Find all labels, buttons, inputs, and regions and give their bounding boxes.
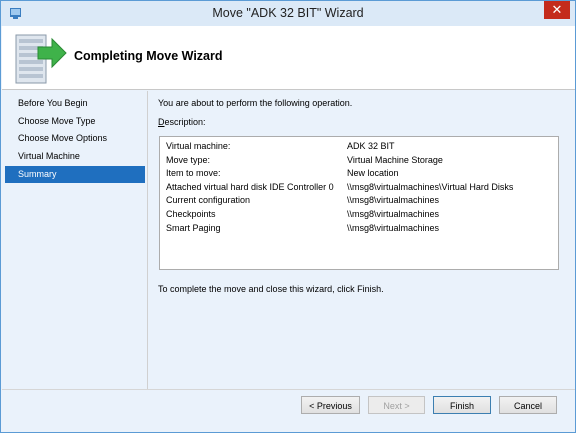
- finish-button[interactable]: Finish: [433, 396, 491, 414]
- wizard-window: Move "ADK 32 BIT" Wizard ✕ Completing Mo…: [0, 0, 576, 433]
- description-label-rest: escription:: [164, 117, 206, 127]
- footer-divider: [2, 389, 575, 390]
- row-key: Attached virtual hard disk IDE Controlle…: [166, 181, 334, 192]
- row-key: Virtual machine:: [166, 141, 231, 151]
- intro-text: You are about to perform the following o…: [158, 98, 353, 108]
- row-key: Current configuration: [166, 195, 251, 206]
- cancel-button[interactable]: Cancel: [499, 396, 557, 414]
- window-title: Move "ADK 32 BIT" Wizard: [212, 6, 364, 20]
- wizard-header: Completing Move Wizard: [2, 26, 575, 90]
- step-virtual-machine[interactable]: Virtual Machine: [5, 148, 145, 166]
- closing-text: To complete the move and close this wiza…: [158, 284, 384, 294]
- description-row: Attached virtual hard disk IDE Controlle…: [166, 181, 556, 195]
- server-move-icon: [15, 34, 67, 84]
- description-row: Checkpoints \\msg8\virtualmachines: [166, 208, 556, 222]
- row-value: \\msg8\virtualmachines: [347, 195, 440, 206]
- previous-button[interactable]: < Previous: [301, 396, 360, 414]
- description-row: Move type: Virtual Machine Storage: [166, 154, 556, 168]
- row-key: Smart Paging: [166, 222, 221, 233]
- title-bar[interactable]: Move "ADK 32 BIT" Wizard ✕: [1, 1, 575, 26]
- nav-divider: [147, 91, 148, 389]
- description-row: Current configuration \\msg8\virtualmach…: [166, 194, 556, 208]
- row-value: \\msg8\virtualmachines: [347, 222, 440, 233]
- description-row: Smart Paging \\msg8\virtualmachines: [166, 222, 556, 236]
- step-choose-move-options[interactable]: Choose Move Options: [5, 130, 145, 148]
- next-button[interactable]: Next >: [368, 396, 425, 414]
- description-row: Item to move: New location: [166, 167, 556, 181]
- row-key: Move type:: [166, 154, 211, 165]
- description-label: Description:: [158, 117, 206, 127]
- row-value: \\msg8\virtualmachines: [347, 209, 440, 219]
- row-key: Checkpoints: [166, 209, 216, 219]
- description-row: Virtual machine: ADK 32 BIT: [166, 140, 556, 154]
- close-button[interactable]: ✕: [544, 1, 570, 19]
- row-value: Virtual Machine Storage: [347, 154, 443, 165]
- step-choose-move-type[interactable]: Choose Move Type: [5, 113, 145, 131]
- row-key: Item to move:: [166, 168, 221, 179]
- row-value: \\msg8\virtualmachines\Virtual Hard Disk…: [347, 181, 514, 192]
- step-before-you-begin[interactable]: Before You Begin: [5, 95, 145, 113]
- wizard-steps-nav: Before You Begin Choose Move Type Choose…: [5, 95, 145, 385]
- step-summary[interactable]: Summary: [5, 165, 145, 184]
- row-value: ADK 32 BIT: [347, 141, 395, 151]
- page-title: Completing Move Wizard: [74, 49, 223, 63]
- description-box[interactable]: Virtual machine: ADK 32 BIT Move type: V…: [159, 136, 559, 270]
- row-value: New location: [347, 168, 399, 179]
